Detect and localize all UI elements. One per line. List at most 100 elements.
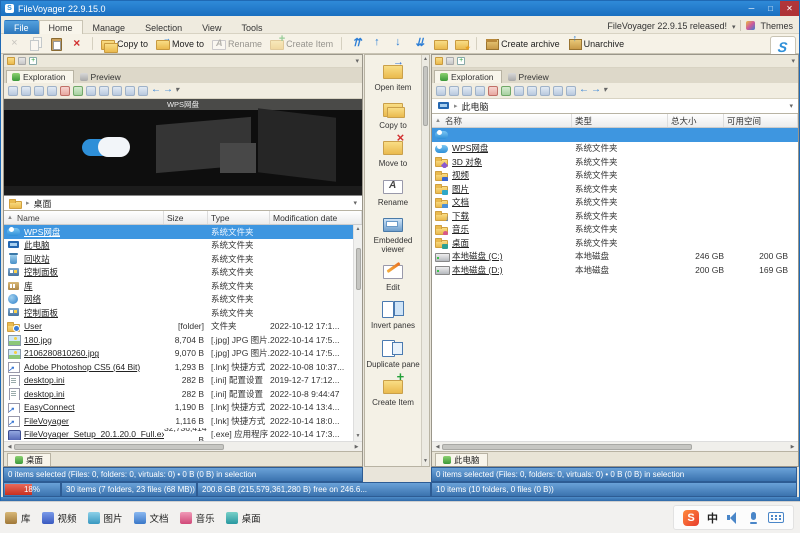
copy-icon[interactable] <box>34 86 44 96</box>
table-row[interactable]: FileVoyager_Setup_20.1.20.0_Full.exe 32,… <box>4 428 353 442</box>
table-row[interactable]: 图片 系统文件夹 <box>432 182 798 196</box>
tab-exploration[interactable]: Exploration <box>6 70 74 83</box>
tab-preview[interactable]: Preview <box>502 70 557 83</box>
table-row[interactable]: 视频 系统文件夹 <box>432 169 798 183</box>
scrollbar-thumb[interactable] <box>423 66 428 126</box>
favorites-icon[interactable] <box>125 86 135 96</box>
toolbar-button[interactable] <box>431 36 450 51</box>
taskbar-shortcut[interactable]: 库 <box>5 511 31 525</box>
ribbon-tab[interactable]: View <box>192 20 231 35</box>
command-button[interactable]: Open item <box>365 57 421 95</box>
breadcrumb[interactable]: 此电脑 <box>462 100 489 113</box>
toolbar-button[interactable] <box>476 37 477 50</box>
ribbon-tab[interactable]: File <box>4 20 39 35</box>
command-button[interactable]: Duplicate pane <box>365 334 421 372</box>
toolbar-button[interactable] <box>68 36 87 51</box>
command-button[interactable]: Rename <box>365 172 421 210</box>
scroll-up-icon[interactable]: ▲ <box>423 55 428 64</box>
tab-new-icon[interactable] <box>436 86 446 96</box>
column-header-type[interactable]: 类型 <box>572 114 668 127</box>
maximize-button[interactable]: □ <box>761 1 780 16</box>
column-header-name[interactable]: ▲ Name <box>4 211 164 224</box>
delete-icon[interactable] <box>488 86 498 96</box>
horizontal-scrollbar[interactable]: ◀ ▶ <box>432 441 798 451</box>
scrollbar-thumb[interactable] <box>14 444 224 450</box>
path-dropdown-icon[interactable]: ▾ <box>353 199 357 207</box>
scroll-right-icon[interactable]: ▶ <box>788 444 797 450</box>
folder-up-icon[interactable] <box>449 86 459 96</box>
table-row[interactable]: 3D 对象 系统文件夹 <box>432 155 798 169</box>
minimize-button[interactable]: ─ <box>742 1 761 16</box>
table-row[interactable]: desktop.ini 282 B [.ini] 配置设置 2019-12-7 … <box>4 374 353 388</box>
back-icon[interactable] <box>151 86 160 96</box>
table-row[interactable]: 音乐 系统文件夹 <box>432 223 798 237</box>
nav-drop-icon[interactable] <box>175 86 184 96</box>
toolbar-button[interactable]: Create Item <box>267 36 336 51</box>
release-announcement-button[interactable]: FileVoyager 22.9.15 released! <box>607 21 727 31</box>
left-footer-tab[interactable]: 桌面 <box>7 453 51 466</box>
column-header-name[interactable]: ▲ 名称 <box>432 114 572 127</box>
table-row[interactable]: 控制面板 系统文件夹 <box>4 306 353 320</box>
open-tab-icon[interactable] <box>435 57 443 65</box>
breadcrumb[interactable]: 桌面 <box>34 197 52 210</box>
views-icon[interactable] <box>86 86 96 96</box>
toolbar-button[interactable]: Move to <box>153 36 207 51</box>
back-icon[interactable] <box>579 86 588 96</box>
column-header-total-size[interactable]: 总大小 <box>668 114 724 127</box>
ribbon-tab[interactable]: Home <box>39 20 83 35</box>
table-row[interactable]: 回收站 系统文件夹 <box>4 252 353 266</box>
taskbar-shortcut[interactable]: 音乐 <box>180 511 215 525</box>
speaker-icon[interactable] <box>726 511 739 524</box>
column-header-type[interactable]: Type <box>208 211 270 224</box>
forward-icon[interactable] <box>163 86 172 96</box>
right-path-bar[interactable]: ▸ 此电脑 ▾ <box>432 99 798 114</box>
forward-icon[interactable] <box>591 86 600 96</box>
toolbar-button[interactable]: Rename <box>209 36 265 51</box>
properties-icon[interactable] <box>112 86 122 96</box>
tab-strip-button[interactable] <box>18 57 26 65</box>
scroll-right-icon[interactable]: ▶ <box>352 444 361 450</box>
command-button[interactable]: Invert panes <box>365 295 421 333</box>
tab-strip-button[interactable] <box>446 57 454 65</box>
toolbar-button[interactable] <box>452 36 471 51</box>
new-tab-button[interactable]: + <box>457 57 465 65</box>
folder-up-icon[interactable] <box>21 86 31 96</box>
scroll-left-icon[interactable]: ◀ <box>5 444 14 450</box>
table-row[interactable]: 本地磁盘 (D:) 本地磁盘 200 GB 169 GB <box>432 263 798 277</box>
scroll-left-icon[interactable]: ◀ <box>433 444 442 450</box>
taskbar-shortcut[interactable]: 图片 <box>88 511 123 525</box>
chinese-mode-indicator[interactable]: 中 <box>707 510 718 526</box>
delete-icon[interactable] <box>60 86 70 96</box>
scrollbar-thumb[interactable] <box>356 248 361 290</box>
table-row[interactable]: WPS网盘 系统文件夹 <box>4 225 353 239</box>
path-dropdown-icon[interactable]: ▾ <box>789 102 793 110</box>
table-row[interactable]: desktop.ini 282 B [.ini] 配置设置 2022-10-8 … <box>4 387 353 401</box>
history-icon[interactable] <box>138 86 148 96</box>
table-row[interactable]: 桌面 系统文件夹 <box>432 236 798 250</box>
tab-preview[interactable]: Preview <box>74 70 129 83</box>
copy-icon[interactable] <box>462 86 472 96</box>
paste-icon[interactable] <box>47 86 57 96</box>
toolbar-button[interactable]: Create archive <box>482 36 563 51</box>
table-row[interactable]: FileVoyager 1,116 B [.lnk] 快捷方式 2022-10-… <box>4 414 353 428</box>
taskbar-shortcut[interactable]: 文档 <box>134 511 169 525</box>
keyboard-icon[interactable] <box>768 512 784 523</box>
filter-icon[interactable] <box>99 86 109 96</box>
command-button[interactable]: Copy to <box>365 95 421 133</box>
toolbar-button[interactable] <box>92 37 93 50</box>
properties-icon[interactable] <box>540 86 550 96</box>
column-header-modification-date[interactable]: Modification date <box>270 211 362 224</box>
new-tab-button[interactable]: + <box>29 57 37 65</box>
table-row[interactable]: 此电脑 系统文件夹 <box>4 239 353 253</box>
toolbar-button[interactable]: Copy to <box>98 36 151 51</box>
taskbar-shortcut[interactable]: 桌面 <box>226 511 261 525</box>
refresh-icon[interactable] <box>501 86 511 96</box>
table-row[interactable]: 180.jpg 8,704 B [.jpg] JPG 图片... 2022-10… <box>4 333 353 347</box>
table-row[interactable]: WPS网盘 系统文件夹 <box>432 142 798 156</box>
refresh-icon[interactable] <box>73 86 83 96</box>
close-button[interactable]: ✕ <box>780 1 799 16</box>
toolbar-button[interactable] <box>47 36 66 51</box>
command-button[interactable]: Move to <box>365 133 421 171</box>
table-row[interactable]: 本地磁盘 (C:) 本地磁盘 246 GB 200 GB <box>432 250 798 264</box>
command-button[interactable]: Embedded viewer <box>365 210 421 257</box>
